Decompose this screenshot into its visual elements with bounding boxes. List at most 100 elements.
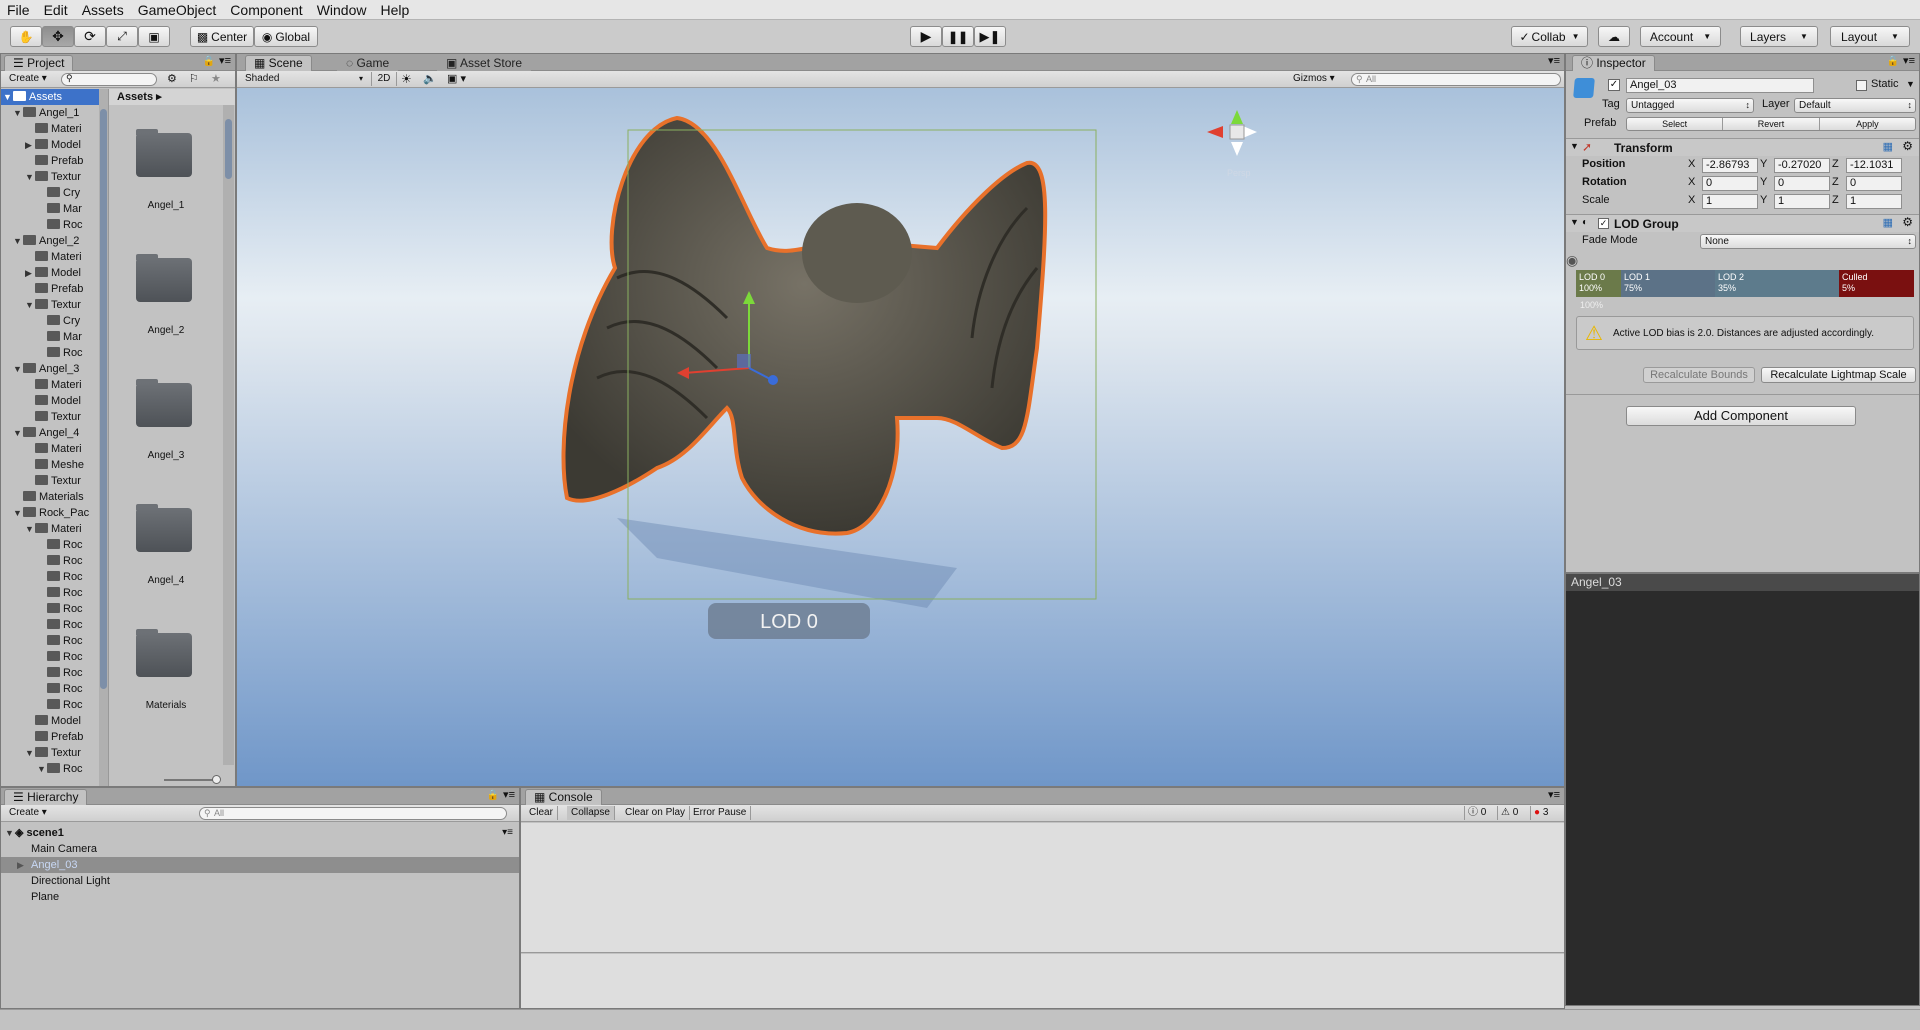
- tab-project[interactable]: ☰ Project: [4, 55, 74, 71]
- prefab-revert-button[interactable]: Revert: [1723, 118, 1820, 130]
- tree-item[interactable]: Roc: [37, 217, 83, 233]
- tree-item[interactable]: Roc: [37, 697, 83, 713]
- tree-item[interactable]: Roc: [37, 617, 83, 633]
- settings-gear-icon[interactable]: ⚙: [1902, 139, 1913, 153]
- add-component-button[interactable]: Add Component: [1626, 406, 1856, 426]
- grid-scroll-thumb[interactable]: [225, 119, 232, 179]
- position-z-field[interactable]: -12.1031: [1846, 158, 1902, 173]
- hierarchy-item-angel-03[interactable]: ▶ Angel_03: [1, 857, 519, 873]
- tree-item[interactable]: Materi: [25, 441, 82, 457]
- scene-viewport[interactable]: Persp LOD 0: [237, 88, 1565, 787]
- tree-item[interactable]: ▶ Model: [25, 265, 81, 281]
- tree-item[interactable]: Roc: [37, 553, 83, 569]
- tree-item[interactable]: Prefab: [25, 281, 83, 297]
- recalculate-bounds-button[interactable]: Recalculate Bounds: [1643, 367, 1755, 383]
- tree-item[interactable]: Roc: [37, 345, 83, 361]
- tree-item[interactable]: ▼ Materi: [25, 521, 82, 537]
- expand-arrow-icon[interactable]: ▼: [25, 297, 35, 313]
- step-button[interactable]: ▶❚: [974, 26, 1006, 47]
- position-y-field[interactable]: -0.27020: [1774, 158, 1830, 173]
- prefab-apply-button[interactable]: Apply: [1820, 118, 1915, 130]
- layout-dropdown[interactable]: Layout ▼: [1830, 26, 1910, 47]
- tree-item[interactable]: ▼ Rock_Pac: [13, 505, 89, 521]
- lod-bar[interactable]: LOD 0 100% LOD 1 75% LOD 2 35% Culled 5%: [1576, 270, 1914, 297]
- scale-z-field[interactable]: 1: [1846, 194, 1902, 209]
- panel-menu-icon[interactable]: ▾≡: [1548, 788, 1560, 801]
- create-dropdown[interactable]: Create ▾: [9, 72, 47, 86]
- hand-tool-button[interactable]: ✋: [10, 26, 42, 47]
- tree-item[interactable]: Model: [25, 713, 81, 729]
- rotation-z-field[interactable]: 0: [1846, 176, 1902, 191]
- tree-item[interactable]: Materi: [25, 377, 82, 393]
- menu-edit[interactable]: Edit: [37, 0, 75, 20]
- hierarchy-search-input[interactable]: ⚲ All: [199, 807, 507, 820]
- rotation-x-field[interactable]: 0: [1702, 176, 1758, 191]
- console-clear-on-play-button[interactable]: Clear on Play: [621, 806, 691, 820]
- lock-icon[interactable]: 🔒: [1887, 56, 1899, 67]
- zoom-slider[interactable]: [164, 775, 221, 784]
- layer-dropdown[interactable]: Default: [1794, 98, 1916, 113]
- lod-0-segment[interactable]: LOD 0 100%: [1576, 270, 1621, 297]
- tree-root-assets[interactable]: ▼ Assets: [1, 89, 101, 105]
- console-collapse-button[interactable]: Collapse: [567, 806, 615, 820]
- create-dropdown[interactable]: Create ▾: [9, 806, 47, 820]
- tree-item[interactable]: Cry: [37, 185, 80, 201]
- account-dropdown[interactable]: Account ▼: [1640, 26, 1721, 47]
- expand-arrow-icon[interactable]: ▼: [25, 521, 35, 537]
- move-tool-button[interactable]: ✥: [42, 26, 74, 47]
- tree-item[interactable]: Mar: [37, 329, 82, 345]
- tab-console[interactable]: ▦ Console: [525, 789, 602, 805]
- lock-icon[interactable]: 🔒: [203, 56, 215, 67]
- menu-help[interactable]: Help: [373, 0, 416, 20]
- tree-item[interactable]: Meshe: [25, 457, 84, 473]
- gizmos-dropdown[interactable]: Gizmos ▾: [1293, 72, 1343, 86]
- scene-root-row[interactable]: ▼◈ scene1 ▾≡: [1, 825, 519, 841]
- lighting-toggle-icon[interactable]: ☀: [401, 72, 412, 86]
- transform-header[interactable]: ▼ ➚ Transform ▦ ⚙: [1566, 138, 1919, 156]
- expand-arrow-icon[interactable]: ▼: [25, 745, 35, 761]
- rect-tool-button[interactable]: ▣: [138, 26, 170, 47]
- tree-item[interactable]: Materi: [25, 121, 82, 137]
- expand-arrow-icon[interactable]: ▼: [13, 425, 23, 441]
- lod-2-segment[interactable]: LOD 2 35%: [1715, 270, 1839, 297]
- console-clear-button[interactable]: Clear: [525, 806, 558, 820]
- expand-arrow-icon[interactable]: ▼: [13, 105, 23, 121]
- effects-dropdown-icon[interactable]: ▣ ▾: [447, 72, 466, 86]
- tree-item[interactable]: Roc: [37, 633, 83, 649]
- play-button[interactable]: ▶: [910, 26, 942, 47]
- scene-menu-icon[interactable]: ▾≡: [502, 825, 513, 841]
- tab-scene[interactable]: ▦ Scene: [245, 55, 312, 71]
- tree-item[interactable]: Materials: [13, 489, 84, 505]
- tab-hierarchy[interactable]: ☰ Hierarchy: [4, 789, 88, 805]
- mode-2d-toggle[interactable]: 2D: [371, 72, 397, 86]
- gizmo-z-handle[interactable]: [768, 375, 778, 385]
- menu-assets[interactable]: Assets: [75, 0, 131, 20]
- layers-dropdown[interactable]: Layers ▼: [1740, 26, 1818, 47]
- collapse-arrow-icon[interactable]: ▼: [1570, 217, 1579, 227]
- panel-menu-icon[interactable]: ▾≡: [219, 54, 231, 67]
- lod-1-segment[interactable]: LOD 1 75%: [1621, 270, 1715, 297]
- tree-item[interactable]: ▼ Textur: [25, 169, 81, 185]
- tree-item[interactable]: ▼ Angel_4: [13, 425, 79, 441]
- hierarchy-item-plane[interactable]: Plane: [1, 889, 519, 905]
- tree-item[interactable]: ▼ Roc: [37, 761, 83, 777]
- collab-dropdown[interactable]: ✓ Collab ▼: [1511, 26, 1588, 47]
- tree-item[interactable]: ▶ Model: [25, 137, 81, 153]
- prefab-select-button[interactable]: Select: [1627, 118, 1724, 130]
- expand-arrow-icon[interactable]: ▼: [13, 361, 23, 377]
- active-checkbox[interactable]: ✓: [1608, 79, 1620, 91]
- pause-button[interactable]: ❚❚: [942, 26, 974, 47]
- tree-scrollbar[interactable]: [99, 89, 108, 786]
- tree-item[interactable]: Textur: [25, 409, 81, 425]
- tree-item[interactable]: Prefab: [25, 153, 83, 169]
- expand-arrow-icon[interactable]: ▼: [13, 233, 23, 249]
- tree-item[interactable]: Prefab: [25, 729, 83, 745]
- tree-scroll-thumb[interactable]: [100, 109, 107, 689]
- menu-component[interactable]: Component: [223, 0, 309, 20]
- tree-item[interactable]: Model: [25, 393, 81, 409]
- filter-type-icon[interactable]: ⚙: [167, 72, 177, 85]
- audio-toggle-icon[interactable]: 🔈: [423, 72, 437, 86]
- tree-item[interactable]: ▼ Angel_1: [13, 105, 79, 121]
- persp-label[interactable]: Persp: [1227, 168, 1251, 178]
- expand-arrow-icon[interactable]: ▶: [25, 265, 35, 281]
